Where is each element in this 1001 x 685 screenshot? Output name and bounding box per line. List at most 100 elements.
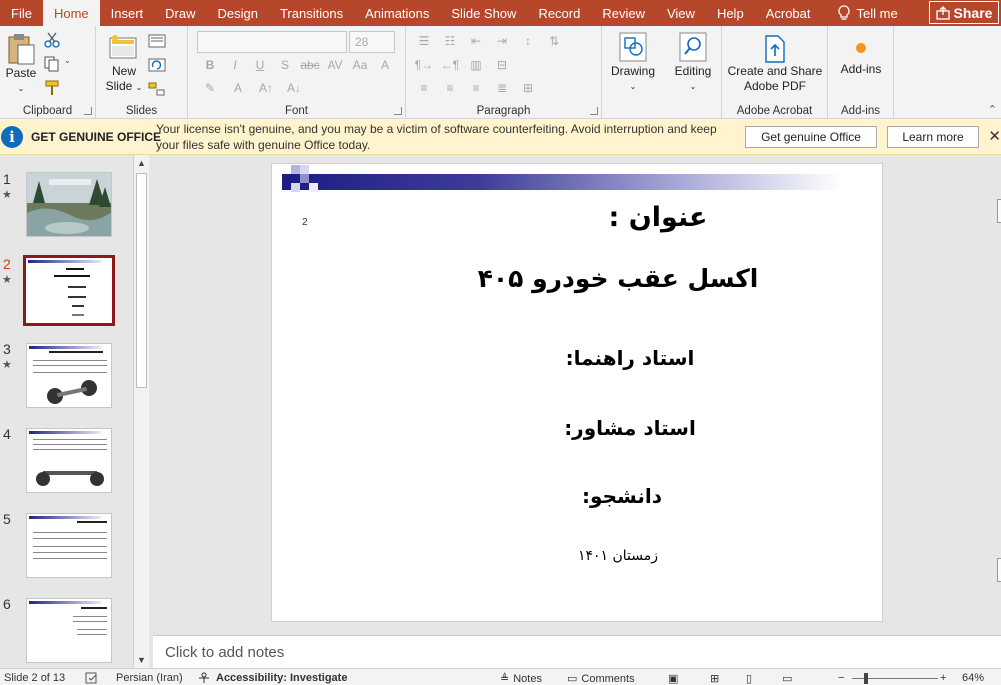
- thumbnail-scrollbar[interactable]: ▲ ▼: [133, 155, 149, 668]
- layout-icon[interactable]: [148, 34, 166, 51]
- zoom-out-icon[interactable]: −: [838, 672, 844, 684]
- cut-icon[interactable]: [44, 32, 60, 51]
- tab-animations[interactable]: Animations: [354, 0, 440, 26]
- numbering-icon[interactable]: ☷: [442, 34, 458, 48]
- decrease-font-icon[interactable]: A↓: [286, 81, 302, 95]
- columns-icon[interactable]: ▥: [468, 58, 484, 72]
- comments-button[interactable]: ▭ Comments: [567, 672, 635, 685]
- scroll-thumb[interactable]: [136, 173, 147, 388]
- scroll-up-icon[interactable]: ▲: [137, 158, 146, 168]
- tab-record[interactable]: Record: [527, 0, 591, 26]
- spelling-icon[interactable]: [85, 672, 99, 684]
- genuine-office-bar: i GET GENUINE OFFICE Your license isn't …: [0, 119, 1001, 155]
- share-button[interactable]: Share: [929, 1, 999, 24]
- tab-view[interactable]: View: [656, 0, 706, 26]
- thumbnail-text: [33, 558, 107, 559]
- slideshow-view-icon[interactable]: ▭: [782, 672, 792, 685]
- bullets-icon[interactable]: ☰: [416, 34, 432, 48]
- increase-font-icon[interactable]: A↑: [258, 81, 274, 95]
- tab-slide-show[interactable]: Slide Show: [440, 0, 527, 26]
- align-left-icon[interactable]: ≡: [416, 81, 432, 95]
- change-case-icon[interactable]: Aa: [352, 58, 368, 72]
- font-size-combo[interactable]: 28: [349, 31, 395, 53]
- dialog-launcher-icon[interactable]: [590, 107, 598, 115]
- close-icon[interactable]: ✕: [988, 127, 1001, 145]
- increase-indent-icon[interactable]: ⇥: [494, 34, 510, 48]
- italic-icon[interactable]: I: [227, 58, 243, 72]
- bold-icon[interactable]: B: [202, 58, 218, 72]
- student-label[interactable]: دانشجو:: [316, 484, 928, 508]
- smartart-icon[interactable]: ⊞: [520, 81, 536, 95]
- slide-title[interactable]: عنوان :: [352, 202, 964, 233]
- underline-icon[interactable]: U: [252, 58, 268, 72]
- pane-edge-tab[interactable]: [997, 558, 1001, 582]
- current-slide[interactable]: 2 عنوان : اکسل عقب خودرو ۴۰۵ استاد راهنم…: [271, 163, 883, 622]
- format-painter-icon[interactable]: [44, 80, 60, 99]
- align-text-icon[interactable]: ⊟: [494, 58, 510, 72]
- language-indicator[interactable]: Persian (Iran): [116, 672, 183, 684]
- tab-help[interactable]: Help: [706, 0, 755, 26]
- section-icon[interactable]: [148, 82, 166, 99]
- decrease-indent-icon[interactable]: ⇤: [468, 34, 484, 48]
- slide-thumbnail-1[interactable]: [26, 172, 112, 237]
- slide-sorter-icon[interactable]: ⊞: [710, 672, 719, 685]
- date-label[interactable]: زمستان ۱۴۰۱: [312, 548, 924, 564]
- slide-thumbnail-6[interactable]: [26, 598, 112, 663]
- strikethrough-icon[interactable]: abc: [300, 58, 319, 72]
- zoom-level[interactable]: 64%: [962, 672, 984, 684]
- align-center-icon[interactable]: ≡: [442, 81, 458, 95]
- slide-thumbnail-5[interactable]: [26, 513, 112, 578]
- font-name-combo[interactable]: [197, 31, 347, 53]
- tab-review[interactable]: Review: [591, 0, 656, 26]
- text-direction-icon[interactable]: ⇅: [546, 34, 562, 48]
- normal-view-icon[interactable]: ▣: [668, 672, 678, 685]
- thumbnail-text: [77, 634, 107, 635]
- tab-draw[interactable]: Draw: [154, 0, 206, 26]
- font-color-icon[interactable]: A: [230, 81, 246, 95]
- clear-formatting-icon[interactable]: A: [377, 58, 393, 72]
- slide-subtitle[interactable]: اکسل عقب خودرو ۴۰۵: [312, 264, 924, 293]
- notes-pane[interactable]: Click to add notes: [153, 635, 1001, 668]
- zoom-in-icon[interactable]: +: [940, 672, 946, 684]
- justify-icon[interactable]: ≣: [494, 81, 510, 95]
- slide-thumbnail-2[interactable]: [23, 255, 115, 326]
- create-share-pdf-button[interactable]: Create and Share Adobe PDF: [724, 34, 826, 94]
- get-genuine-office-button[interactable]: Get genuine Office: [745, 126, 877, 148]
- tab-acrobat[interactable]: Acrobat: [755, 0, 822, 26]
- drawing-button[interactable]: Drawing ⌄: [608, 30, 658, 94]
- dialog-launcher-icon[interactable]: [84, 107, 92, 115]
- advisor-label[interactable]: استاد راهنما:: [324, 346, 936, 370]
- dialog-launcher-icon[interactable]: [394, 107, 402, 115]
- notes-button[interactable]: ≜ Notes: [500, 672, 542, 685]
- scroll-down-icon[interactable]: ▼: [137, 655, 146, 665]
- rtl-icon[interactable]: ←¶: [441, 58, 459, 72]
- tell-me-box[interactable]: Tell me: [826, 0, 909, 26]
- slide-thumbnail-4[interactable]: [26, 428, 112, 493]
- reset-icon[interactable]: [148, 58, 166, 75]
- chevron-down-icon[interactable]: ⌄: [64, 56, 71, 65]
- character-spacing-icon[interactable]: AV: [327, 58, 343, 72]
- paste-button[interactable]: Paste ⌄: [4, 32, 38, 96]
- tab-file[interactable]: File: [0, 0, 43, 26]
- tab-transitions[interactable]: Transitions: [269, 0, 354, 26]
- highlight-icon[interactable]: ✎: [202, 81, 218, 95]
- line-spacing-icon[interactable]: ↕: [520, 34, 536, 48]
- pane-edge-tab[interactable]: [997, 199, 1001, 223]
- shadow-icon[interactable]: S: [277, 58, 293, 72]
- collapse-ribbon-icon[interactable]: ⌃: [988, 103, 997, 116]
- zoom-slider-thumb[interactable]: [864, 673, 868, 684]
- tab-insert[interactable]: Insert: [100, 0, 155, 26]
- slide-thumbnail-3[interactable]: [26, 343, 112, 408]
- accessibility-button[interactable]: Accessibility: Investigate: [198, 672, 347, 684]
- editing-button[interactable]: Editing ⌄: [668, 30, 718, 94]
- ltr-icon[interactable]: ¶→: [415, 58, 433, 72]
- reading-view-icon[interactable]: ▯: [746, 672, 752, 685]
- align-right-icon[interactable]: ≡: [468, 81, 484, 95]
- tab-design[interactable]: Design: [207, 0, 269, 26]
- copy-icon[interactable]: [44, 56, 60, 75]
- consultant-label[interactable]: استاد مشاور:: [324, 416, 936, 440]
- learn-more-button[interactable]: Learn more: [887, 126, 979, 148]
- new-slide-button[interactable]: New Slide ⌄: [104, 32, 144, 95]
- add-ins-button[interactable]: Add-ins: [832, 38, 890, 77]
- tab-home[interactable]: Home: [42, 0, 100, 26]
